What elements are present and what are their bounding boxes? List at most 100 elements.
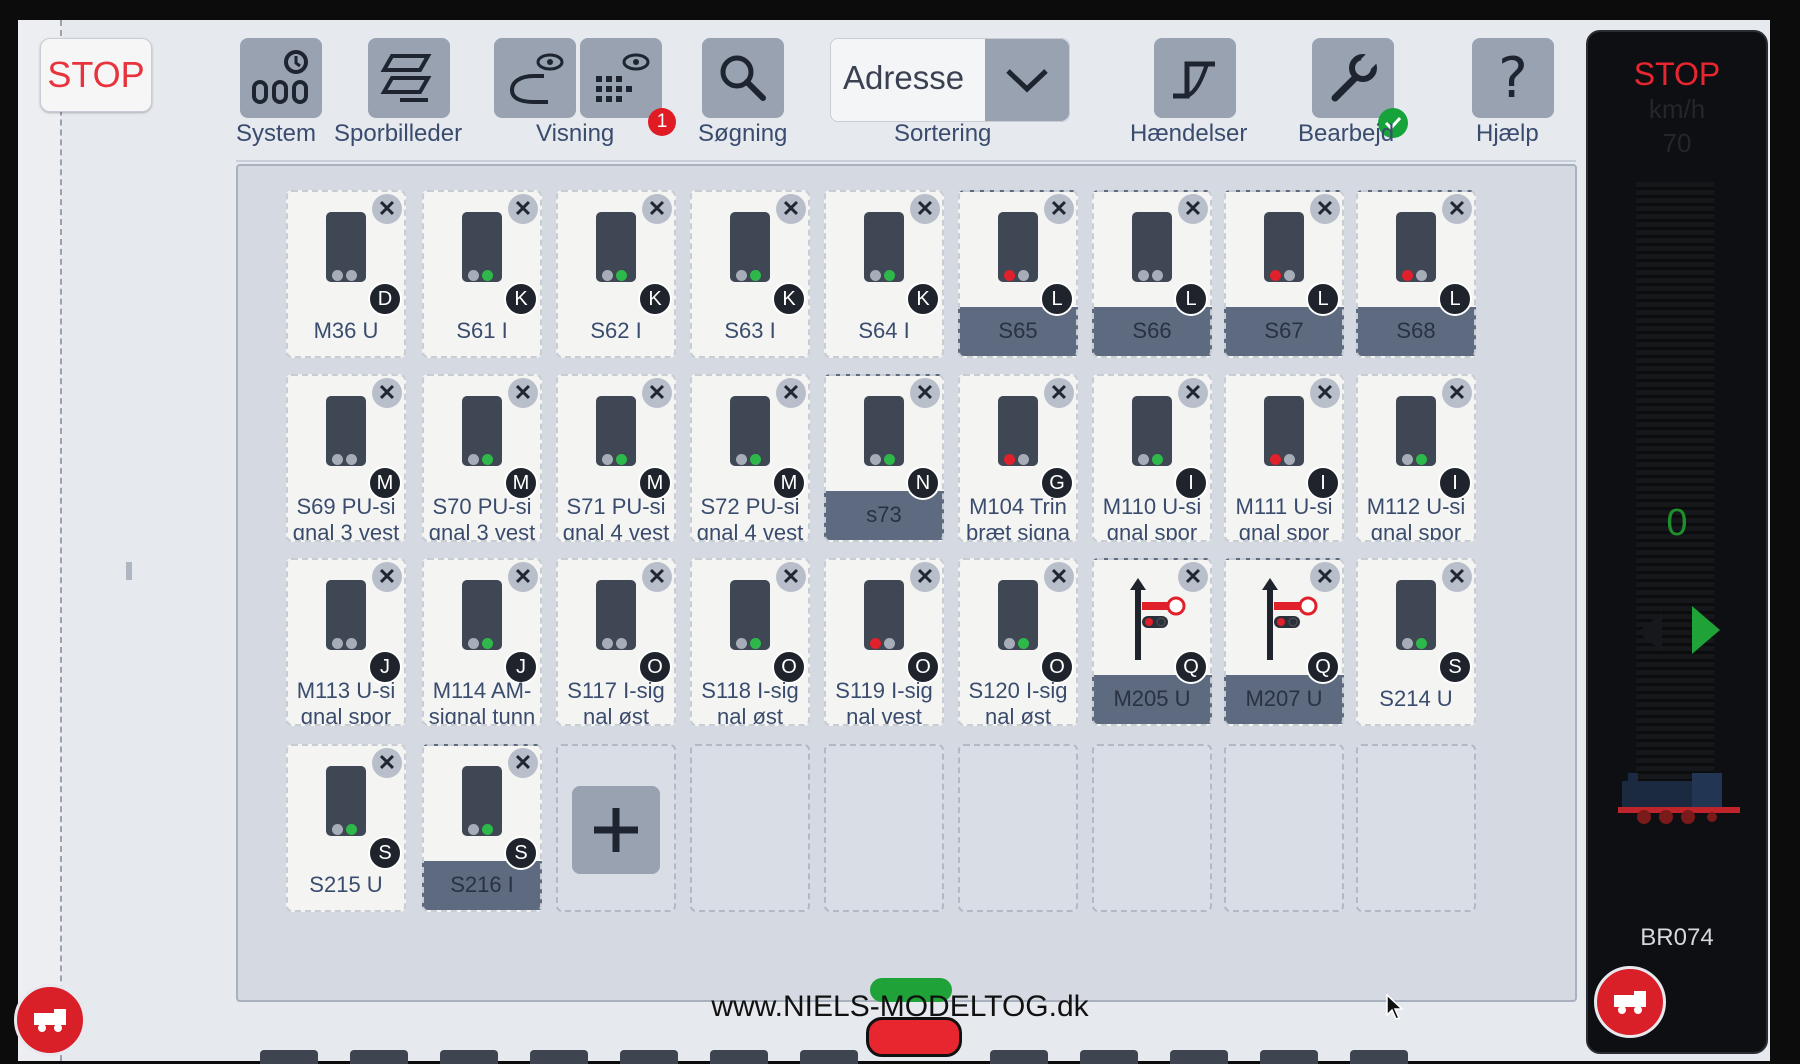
signal-tile[interactable]: ✕ K S62 I [556,190,676,358]
visning-grid-button[interactable] [580,38,662,118]
bottom-tab[interactable] [1080,1050,1138,1064]
sporbilleder-button[interactable] [368,38,450,118]
signal-tile[interactable]: ✕ M S71 PU-si gnal 4 vest [556,374,676,542]
add-icon[interactable] [572,786,660,874]
signal-tile[interactable]: ✕ L S66 [1092,190,1212,358]
signal-tile[interactable]: ✕ D M36 U [286,190,406,358]
bottom-tab[interactable] [1350,1050,1408,1064]
signal-tile[interactable]: ✕ K S63 I [690,190,810,358]
bottom-tab[interactable] [710,1050,768,1064]
close-icon[interactable]: ✕ [508,194,538,224]
close-icon[interactable]: ✕ [1044,562,1074,592]
direction-reverse-icon[interactable] [1638,612,1662,652]
close-icon[interactable]: ✕ [372,748,402,778]
bottom-tab[interactable] [1170,1050,1228,1064]
close-icon[interactable]: ✕ [372,562,402,592]
group-letter-badge: Q [1174,650,1208,684]
close-icon[interactable]: ✕ [776,562,806,592]
chevron-down-icon[interactable] [985,39,1069,121]
direction-forward-icon[interactable] [1692,606,1720,654]
search-button[interactable] [702,38,784,118]
signal-lamp [1284,270,1295,281]
bottom-tab[interactable] [440,1050,498,1064]
close-icon[interactable]: ✕ [1178,194,1208,224]
close-icon[interactable]: ✕ [910,194,940,224]
bottom-tab[interactable] [1260,1050,1318,1064]
signal-tile[interactable]: ✕ Ns73 [824,374,944,542]
close-icon[interactable]: ✕ [1442,562,1472,592]
signal-tile[interactable]: ✕ S S214 U [1356,558,1476,726]
signal-tile[interactable]: ✕ G M104 Trin bræt signa [958,374,1078,542]
close-icon[interactable]: ✕ [1178,562,1208,592]
close-icon[interactable]: ✕ [642,562,672,592]
signal-tile[interactable]: ✕ Q M205 U [1092,558,1212,726]
close-icon[interactable]: ✕ [776,194,806,224]
speed-slider[interactable] [1636,182,1714,782]
bottom-tab[interactable] [800,1050,858,1064]
edit-button[interactable] [1312,38,1394,118]
empty-slot[interactable] [1092,744,1212,912]
signal-tile[interactable]: ✕ I M112 U-si gnal spor [1356,374,1476,542]
status-pill-red[interactable] [866,1017,962,1057]
signal-tile[interactable]: ✕ L S65 [958,190,1078,358]
system-button[interactable] [240,38,322,118]
bottom-tab[interactable] [530,1050,588,1064]
signal-tile[interactable]: ✕ O S118 I-sig nal øst [690,558,810,726]
signal-label: s73 [866,502,902,527]
events-button[interactable] [1154,38,1236,118]
close-icon[interactable]: ✕ [642,378,672,408]
help-button[interactable]: ? [1472,38,1554,118]
close-icon[interactable]: ✕ [1044,194,1074,224]
signal-tile[interactable]: ✕ I M110 U-si gnal spor [1092,374,1212,542]
stop-button[interactable]: STOP [40,38,152,112]
loco-stop-button[interactable]: STOP [1588,56,1766,93]
locomotive-image[interactable] [1614,767,1744,832]
signal-tile[interactable]: ✕ S S215 U [286,744,406,912]
signal-tile[interactable]: ✕ J M113 U-si gnal spor [286,558,406,726]
signal-tile[interactable]: ✕ L S67 [1224,190,1344,358]
signal-tile[interactable]: ✕ I M111 U-si gnal spor [1224,374,1344,542]
close-icon[interactable]: ✕ [508,378,538,408]
close-icon[interactable]: ✕ [1044,378,1074,408]
close-icon[interactable]: ✕ [372,378,402,408]
bottom-tab[interactable] [990,1050,1048,1064]
signal-tile[interactable]: ✕ M S69 PU-si gnal 3 vest [286,374,406,542]
signal-tile[interactable]: ✕ K S61 I [422,190,542,358]
close-icon[interactable]: ✕ [508,562,538,592]
close-icon[interactable]: ✕ [1178,378,1208,408]
close-icon[interactable]: ✕ [1310,194,1340,224]
system-label: System [236,120,317,147]
signal-tile[interactable]: ✕ S S216 I [422,744,542,912]
sort-dropdown[interactable]: Adresse [830,38,1070,122]
signal-tile[interactable]: ✕ O S119 I-sig nal vest [824,558,944,726]
close-icon[interactable]: ✕ [910,562,940,592]
signal-tile[interactable]: ✕ O S117 I-sig nal øst [556,558,676,726]
empty-slot[interactable] [690,744,810,912]
close-icon[interactable]: ✕ [508,748,538,778]
bottom-tab[interactable] [350,1050,408,1064]
visning-track-button[interactable] [494,38,576,118]
close-icon[interactable]: ✕ [910,378,940,408]
close-icon[interactable]: ✕ [372,194,402,224]
signal-tile[interactable]: ✕ M S72 PU-si gnal 4 vest [690,374,810,542]
signal-tile[interactable]: ✕ L S68 [1356,190,1476,358]
signal-tile[interactable]: ✕ J M114 AM- signal tunn [422,558,542,726]
close-icon[interactable]: ✕ [1310,562,1340,592]
bottom-tab[interactable] [260,1050,318,1064]
signal-tile[interactable]: ✕ O S120 I-sig nal øst [958,558,1078,726]
close-icon[interactable]: ✕ [1442,194,1472,224]
close-icon[interactable]: ✕ [1442,378,1472,408]
empty-slot[interactable] [1356,744,1476,912]
close-icon[interactable]: ✕ [642,194,672,224]
empty-slot[interactable] [958,744,1078,912]
empty-slot[interactable] [1224,744,1344,912]
empty-slot[interactable] [824,744,944,912]
signal-tile[interactable]: ✕ Q M207 U [1224,558,1344,726]
add-tile[interactable] [556,744,676,912]
signal-tile[interactable]: ✕ M S70 PU-si gnal 3 vest [422,374,542,542]
close-icon[interactable]: ✕ [776,378,806,408]
group-letter-badge: S [504,836,538,870]
bottom-tab[interactable] [620,1050,678,1064]
close-icon[interactable]: ✕ [1310,378,1340,408]
signal-tile[interactable]: ✕ K S64 I [824,190,944,358]
